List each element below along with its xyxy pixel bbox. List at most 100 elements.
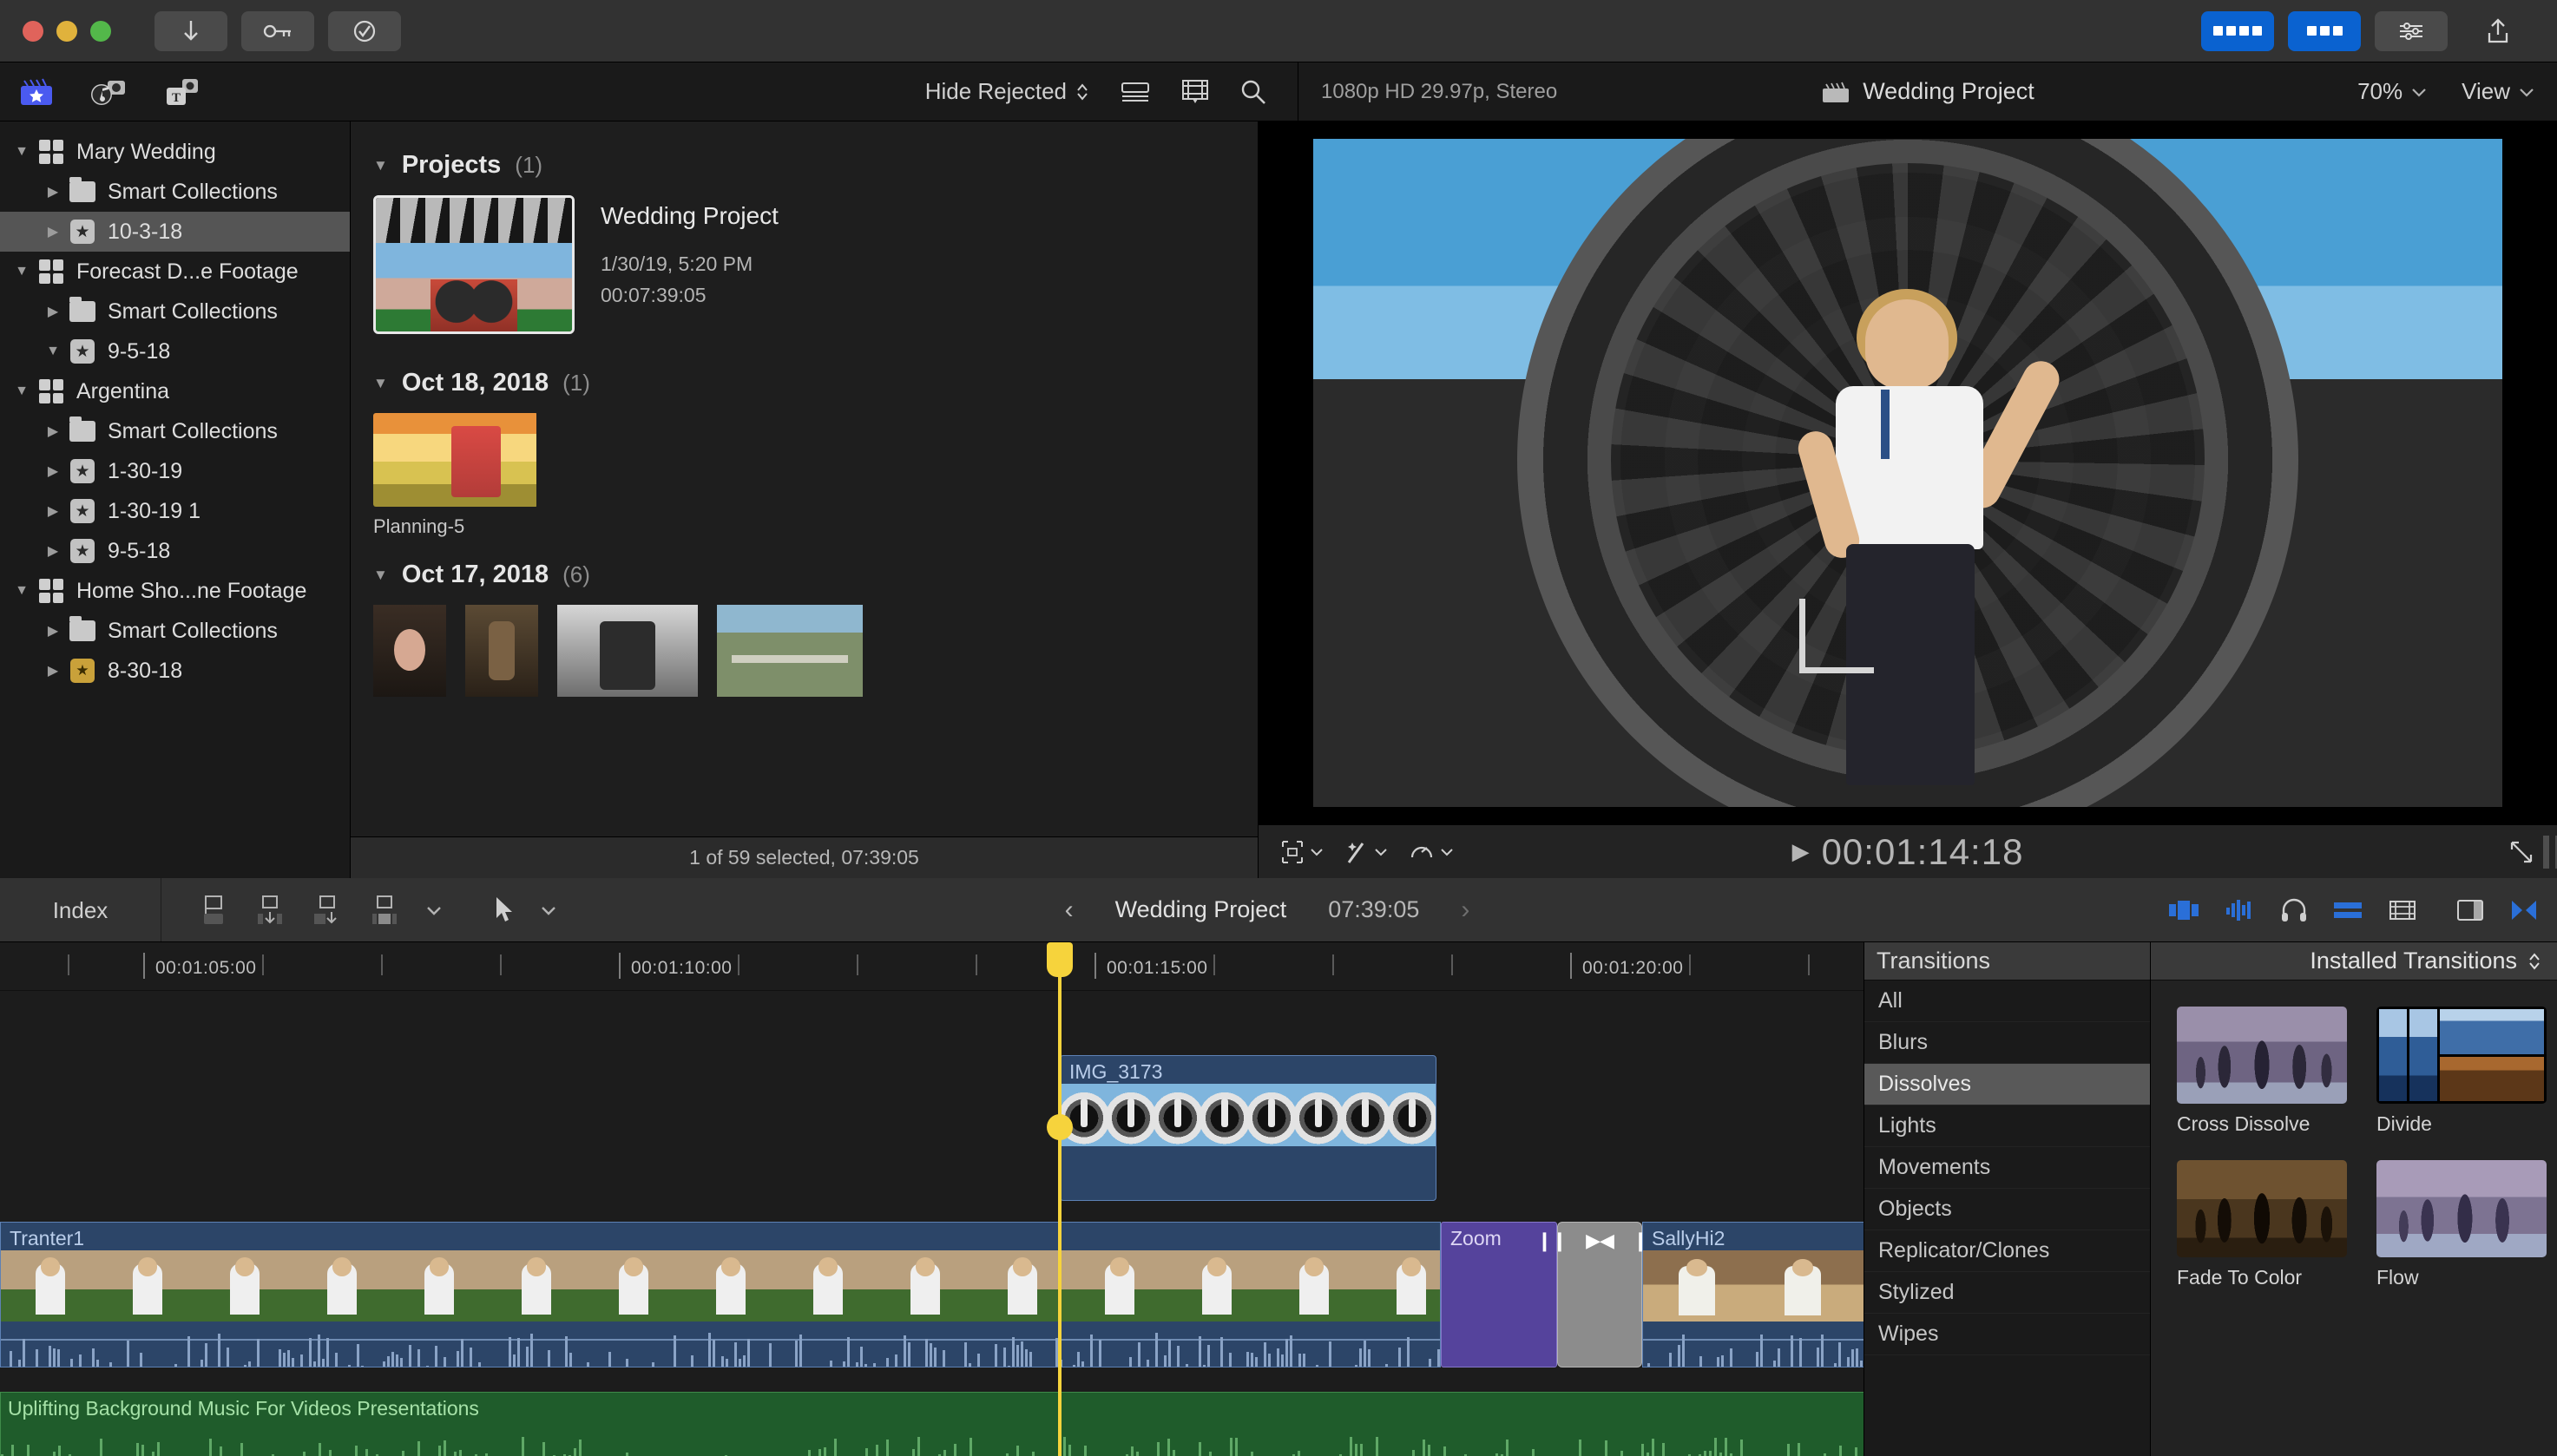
timeline-ruler[interactable]: 00:01:05:00 00:01:10:00 00:01:15:00 00:01:2… — [0, 942, 1864, 991]
headphones-icon[interactable] — [2281, 898, 2307, 922]
chevron-right-icon[interactable]: ▶ — [40, 622, 66, 639]
transition-item-flow[interactable]: Flow — [2376, 1160, 2547, 1289]
sidebar-item-9-5-18[interactable]: ▼ ★ 9-5-18 — [0, 331, 350, 371]
clip-item[interactable]: Planning-5 — [373, 413, 538, 538]
timeline-index-button[interactable]: Index — [0, 878, 161, 941]
titles-generators-browser-icon[interactable]: T — [163, 77, 200, 107]
chevron-down-icon[interactable]: ▼ — [373, 567, 388, 584]
sidebar-item-argentina[interactable]: ▼ Argentina — [0, 371, 350, 411]
overwrite-icon[interactable] — [311, 893, 344, 928]
audio-meters-icon[interactable] — [2225, 899, 2255, 921]
clip-thumbnail[interactable] — [465, 605, 538, 697]
viewer-canvas[interactable] — [1259, 121, 2557, 824]
effects-dropdown[interactable] — [1345, 840, 1387, 864]
zoom-window-button[interactable] — [90, 20, 111, 42]
media-browser-icon[interactable] — [19, 77, 54, 107]
sidebar-toggle-icon[interactable] — [2456, 898, 2484, 922]
import-media-button[interactable] — [154, 10, 227, 51]
clip-item[interactable] — [557, 605, 698, 697]
inspector-toggle-button[interactable] — [2375, 10, 2448, 51]
transition-thumbnail[interactable] — [2376, 1007, 2547, 1104]
minimize-window-button[interactable] — [56, 20, 77, 42]
browser-group-header-projects[interactable]: ▼ Projects (1) — [373, 151, 1235, 180]
clip-thumbnail[interactable] — [557, 605, 698, 697]
clip-thumbnail[interactable] — [373, 605, 446, 697]
chevron-right-icon[interactable]: ▶ — [40, 303, 66, 320]
video-icon[interactable] — [2389, 898, 2416, 922]
sidebar-item-10-3-18[interactable]: ▶ ★ 10-3-18 — [0, 212, 350, 252]
transition-category-movements[interactable]: Movements — [1864, 1147, 2150, 1189]
filmstrip-view-icon[interactable] — [1181, 79, 1209, 105]
previous-project-button[interactable]: ‹ — [1065, 895, 1074, 925]
list-view-icon[interactable] — [1121, 81, 1150, 103]
retime-dropdown[interactable] — [1410, 840, 1453, 864]
sidebar-item-1-30-19[interactable]: ▶ ★ 1-30-19 — [0, 451, 350, 491]
background-tasks-button[interactable] — [328, 10, 401, 51]
zoom-level-dropdown[interactable]: 70% — [2357, 78, 2427, 105]
timeline-toggle-button[interactable] — [2288, 10, 2361, 51]
tools-dropdown-icon[interactable] — [425, 904, 443, 916]
chevron-down-icon[interactable]: ▼ — [373, 157, 388, 174]
sidebar-item-mary-wedding[interactable]: ▼ Mary Wedding — [0, 132, 350, 172]
filter-dropdown[interactable]: Hide Rejected — [925, 78, 1089, 105]
timeline-clip-sallyhi2[interactable]: SallyHi2 — [1642, 1222, 1864, 1367]
chevron-right-icon[interactable]: ▶ — [40, 462, 66, 480]
select-tool-icon[interactable] — [493, 895, 516, 925]
transition-category-objects[interactable]: Objects — [1864, 1189, 2150, 1230]
clip-appearance-icon[interactable] — [2168, 899, 2199, 921]
chevron-right-icon[interactable]: ▶ — [40, 502, 66, 520]
sidebar-item-home-sho-ne-footage[interactable]: ▼ Home Sho...ne Footage — [0, 571, 350, 611]
chevron-down-icon[interactable]: ▼ — [40, 344, 66, 359]
clip-thumbnail[interactable] — [373, 413, 538, 507]
tool-chevron-down-icon[interactable] — [540, 904, 557, 916]
transition-item-divide[interactable]: Divide — [2376, 1007, 2547, 1136]
music-photos-browser-icon[interactable] — [90, 77, 127, 107]
browser-group-header-oct17[interactable]: ▼ Oct 17, 2018 (6) — [373, 561, 1235, 589]
sidebar-item-forecast-d-e-footage[interactable]: ▼ Forecast D...e Footage — [0, 252, 350, 292]
clip-item[interactable] — [373, 605, 446, 697]
insert-icon[interactable] — [253, 893, 286, 928]
transitions-categories[interactable]: Transitions All Blurs Dissolves Lights Movem… — [1864, 942, 2151, 1456]
timeline-playhead[interactable] — [1047, 942, 1073, 1456]
transition-thumbnail[interactable] — [2376, 1160, 2547, 1257]
chevron-down-icon[interactable]: ▼ — [9, 384, 35, 399]
transition-thumbnail[interactable] — [2177, 1007, 2347, 1104]
project-thumbnail[interactable] — [373, 195, 575, 334]
chevron-down-icon[interactable]: ▼ — [373, 375, 388, 392]
transition-category-stylized[interactable]: Stylized — [1864, 1272, 2150, 1314]
transition-item-cross-dissolve[interactable]: Cross Dissolve — [2177, 1007, 2347, 1136]
chevron-right-icon[interactable]: ▶ — [40, 542, 66, 560]
sidebar-item-smart-collections[interactable]: ▶ Smart Collections — [0, 292, 350, 331]
sidebar-item-smart-collections[interactable]: ▶ Smart Collections — [0, 411, 350, 451]
clip-thumbnail[interactable] — [717, 605, 863, 697]
share-button[interactable] — [2462, 11, 2534, 51]
installed-transitions-header[interactable]: Installed Transitions — [2151, 942, 2557, 981]
sidebar-item-smart-collections[interactable]: ▶ Smart Collections — [0, 172, 350, 212]
browser-toggle-button[interactable] — [2201, 10, 2274, 51]
transition-thumbnail[interactable] — [2177, 1160, 2347, 1257]
timeline-canvas[interactable]: 00:01:05:00 00:01:10:00 00:01:15:00 00:01:2… — [0, 942, 1864, 1456]
show-hide-dropdown[interactable] — [1281, 840, 1323, 864]
playhead-handle[interactable] — [1047, 942, 1073, 977]
browser-content[interactable]: ▼ Projects (1) Wedding Project 1/30/19, … — [351, 121, 1258, 836]
timeline-clip-tranter1[interactable]: Tranter1 — [0, 1222, 1441, 1367]
next-project-button[interactable]: › — [1461, 895, 1469, 925]
transition-category-dissolves[interactable]: Dissolves — [1864, 1064, 2150, 1105]
fullscreen-button[interactable] — [2508, 839, 2534, 865]
chevron-right-icon[interactable]: ▶ — [40, 662, 66, 679]
transition-category-replicator-clones[interactable]: Replicator/Clones — [1864, 1230, 2150, 1272]
transition-category-lights[interactable]: Lights — [1864, 1105, 2150, 1147]
chevron-down-icon[interactable]: ▼ — [9, 144, 35, 160]
search-icon[interactable] — [1240, 79, 1266, 105]
sidebar-item-smart-collections[interactable]: ▶ Smart Collections — [0, 611, 350, 651]
timeline-transition[interactable]: ❙❙ ▶◀ ❙❙ — [1536, 1222, 1664, 1367]
chevron-down-icon[interactable]: ▼ — [9, 583, 35, 599]
transition-category-blurs[interactable]: Blurs — [1864, 1022, 2150, 1064]
keyword-editor-button[interactable] — [241, 10, 314, 51]
browser-group-header-oct18[interactable]: ▼ Oct 18, 2018 (1) — [373, 369, 1235, 397]
sidebar-item-8-30-18[interactable]: ▶ ★ 8-30-18 — [0, 651, 350, 691]
append-icon[interactable] — [196, 893, 229, 928]
timeline-connected-clip[interactable]: IMG_3173 — [1060, 1055, 1436, 1201]
chevron-right-icon[interactable]: ▶ — [40, 223, 66, 240]
transitions-grid[interactable]: Cross Dissolve Divide Fade To Color Flow — [2151, 981, 2557, 1289]
